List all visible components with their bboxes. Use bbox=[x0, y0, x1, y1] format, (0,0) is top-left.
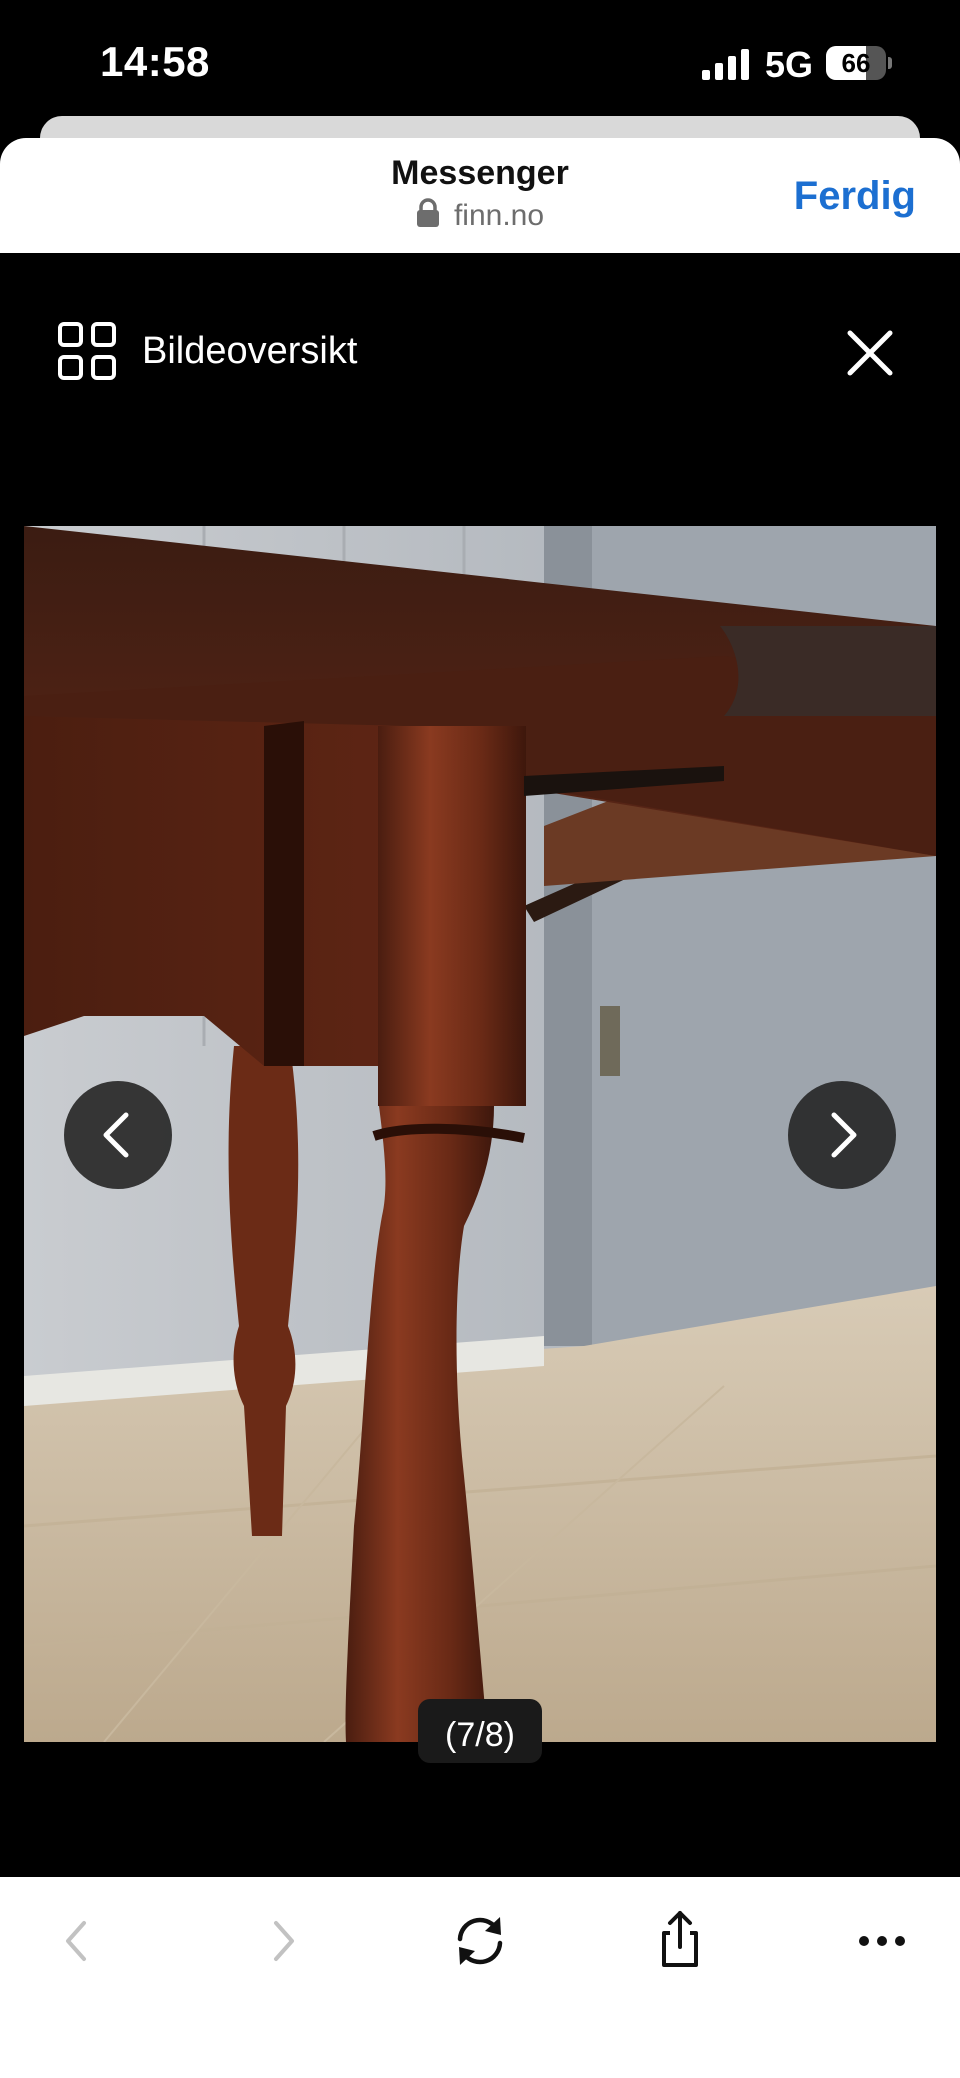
back-icon bbox=[66, 1921, 86, 1961]
more-button[interactable] bbox=[842, 1901, 922, 1981]
image-overview-label: Bildeoversikt bbox=[142, 329, 358, 372]
grid-icon bbox=[58, 322, 116, 380]
share-button[interactable] bbox=[640, 1901, 720, 1981]
more-icon bbox=[859, 1936, 905, 1946]
url-text: finn.no bbox=[453, 199, 545, 232]
lock-icon bbox=[416, 198, 439, 227]
back-button[interactable] bbox=[38, 1901, 118, 1981]
share-icon bbox=[662, 1911, 698, 1967]
close-icon[interactable] bbox=[842, 325, 898, 381]
cellular-signal-icon bbox=[702, 49, 749, 80]
reload-button[interactable] bbox=[440, 1901, 520, 1981]
status-bar: 14:58 5G 66 bbox=[0, 0, 960, 120]
previous-image-button[interactable] bbox=[64, 1081, 172, 1189]
browser-header: Messenger finn.no Ferdig bbox=[0, 138, 960, 253]
battery-icon: 66 bbox=[826, 46, 892, 80]
forward-icon bbox=[274, 1921, 294, 1961]
reload-icon bbox=[457, 1917, 503, 1965]
browser-toolbar bbox=[0, 1877, 960, 2078]
image-counter: (7/8) bbox=[418, 1699, 542, 1763]
forward-button[interactable] bbox=[242, 1901, 322, 1981]
chevron-right-icon bbox=[831, 1112, 857, 1158]
network-type: 5G bbox=[765, 44, 814, 85]
status-time: 14:58 bbox=[100, 38, 210, 85]
next-image-button[interactable] bbox=[788, 1081, 896, 1189]
battery-level: 66 bbox=[841, 48, 871, 78]
image-viewer: Bildeoversikt (7/8) bbox=[0, 253, 960, 1877]
chevron-left-icon bbox=[103, 1112, 129, 1158]
image-overview-button[interactable]: Bildeoversikt bbox=[58, 321, 357, 381]
done-button[interactable]: Ferdig bbox=[794, 174, 916, 219]
